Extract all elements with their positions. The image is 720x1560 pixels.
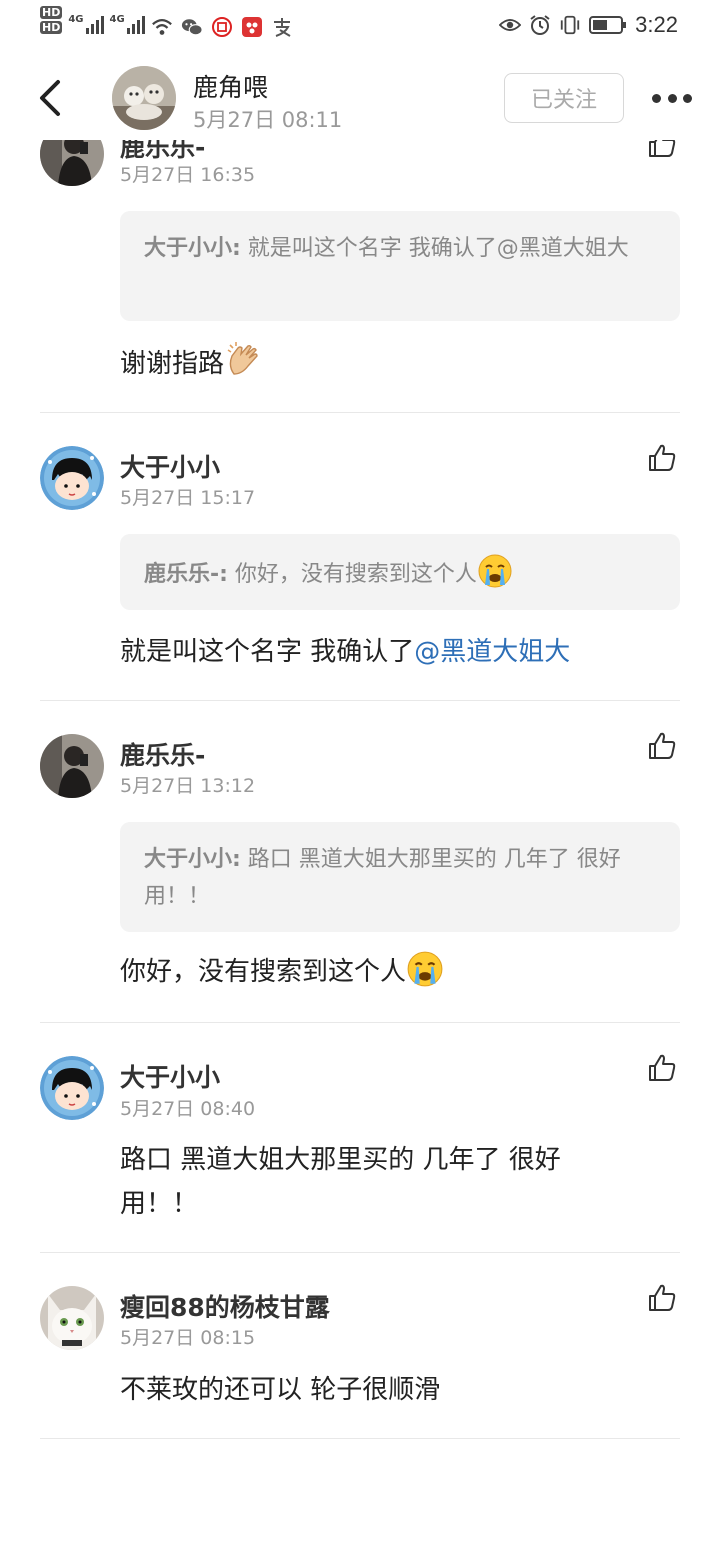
comment-body: 路口 黑道大姐大那里买的 几年了 很好用！！	[120, 1145, 561, 1219]
comment-list: 鹿乐乐- 5月27日 16:35 大于小小: 就是叫这个名字 我确认了@黑道大姐…	[0, 0, 720, 1560]
quoted-reply: 大于小小: 就是叫这个名字 我确认了@黑道大姐大	[120, 211, 680, 321]
avatar[interactable]	[40, 1286, 104, 1350]
like-icon[interactable]	[646, 1282, 678, 1314]
clapping-hands-emoji-icon	[224, 340, 264, 394]
divider	[40, 1438, 680, 1439]
divider	[40, 700, 680, 701]
comment-time: 5月27日 15:17	[120, 487, 256, 509]
like-icon[interactable]	[646, 730, 678, 762]
comment-time: 5月27日 16:35	[120, 164, 256, 186]
comment-author[interactable]: 鹿乐乐-	[120, 736, 205, 772]
author-name[interactable]: 鹿角喂	[193, 68, 268, 104]
quoted-text: 就是叫这个名字 我确认了@黑道大姐大	[240, 236, 629, 261]
more-options-icon[interactable]	[652, 86, 692, 110]
comment-body: 不莱玫的还可以 轮子很顺滑	[120, 1375, 441, 1405]
crying-face-emoji-icon	[406, 950, 444, 1002]
quoted-reply: 鹿乐乐-: 你好，没有搜索到这个人	[120, 534, 680, 610]
comment-text: 你好，没有搜索到这个人	[120, 957, 407, 987]
mention-link[interactable]: @黑道大姐大	[414, 637, 570, 667]
follow-button[interactable]: 已关注	[504, 73, 624, 123]
comment-text: 就是叫这个名字 我确认了	[120, 637, 415, 667]
comment-text: 谢谢指路	[120, 349, 225, 379]
quoted-author: 大于小小:	[144, 236, 241, 261]
post-header: 鹿角喂 5月27日 08:11 已关注	[0, 56, 720, 140]
comment-time: 5月27日 08:15	[120, 1327, 256, 1349]
avatar[interactable]	[40, 734, 104, 798]
quoted-text: 你好，没有搜索到这个人	[227, 562, 477, 587]
quoted-author: 大于小小:	[144, 847, 241, 872]
divider	[40, 1252, 680, 1253]
back-arrow-icon[interactable]	[32, 76, 68, 120]
divider	[40, 1022, 680, 1023]
like-icon[interactable]	[646, 1052, 678, 1084]
avatar[interactable]	[40, 1056, 104, 1120]
comment-author[interactable]: 瘦回88的杨枝甘露	[120, 1288, 330, 1324]
like-icon[interactable]	[646, 442, 678, 474]
post-time: 5月27日 08:11	[193, 108, 343, 132]
avatar[interactable]	[40, 446, 104, 510]
comment-author[interactable]: 大于小小	[120, 448, 220, 484]
comment-body: 谢谢指路	[120, 340, 660, 394]
comment-author[interactable]: 大于小小	[120, 1058, 220, 1094]
comment-time: 5月27日 13:12	[120, 775, 256, 797]
comment-time: 5月27日 08:40	[120, 1098, 256, 1120]
crying-face-emoji-icon	[477, 553, 513, 601]
comment-body: 就是叫这个名字 我确认了@黑道大姐大	[120, 630, 660, 674]
divider	[40, 412, 680, 413]
comment-body: 你好，没有搜索到这个人	[120, 950, 660, 1002]
author-avatar[interactable]	[112, 66, 176, 130]
quoted-author: 鹿乐乐-:	[144, 562, 228, 587]
quoted-reply: 大于小小: 路口 黑道大姐大那里买的 几年了 很好用！！	[120, 822, 680, 932]
